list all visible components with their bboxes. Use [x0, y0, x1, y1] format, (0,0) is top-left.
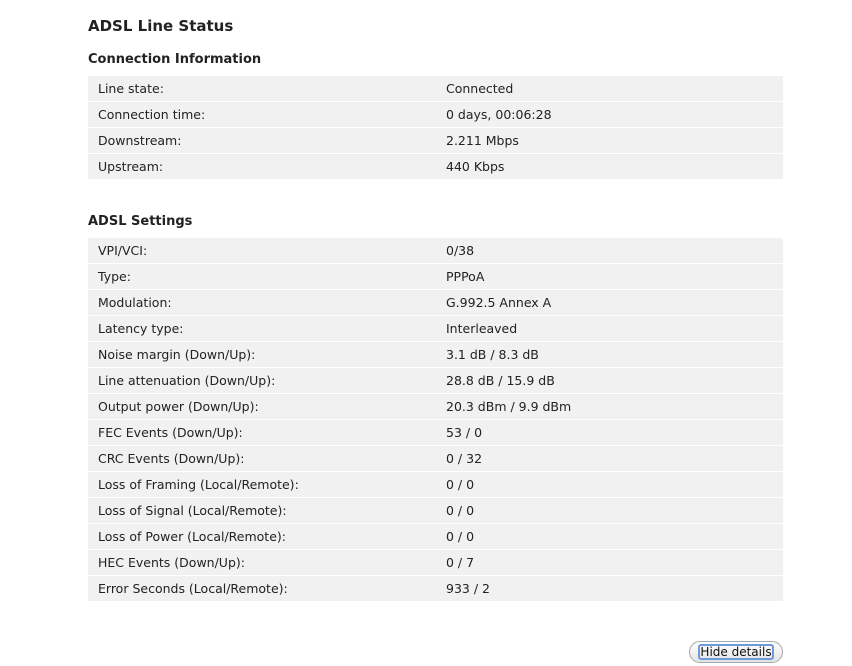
row-label: Latency type: — [98, 321, 184, 336]
row-value: Interleaved — [446, 321, 518, 336]
row-value: PPPoA — [446, 269, 485, 284]
row-label: HEC Events (Down/Up): — [98, 555, 245, 570]
connection-information-table: Line state: Connected Connection time: 0… — [88, 76, 783, 180]
row-label: Upstream: — [98, 159, 164, 174]
row-value: 3.1 dB / 8.3 dB — [446, 347, 539, 362]
table-row-fec-events: FEC Events (Down/Up): 53 / 0 — [88, 420, 783, 446]
table-row-hec-events: HEC Events (Down/Up): 0 / 7 — [88, 550, 783, 576]
row-label: Type: — [98, 269, 131, 284]
row-label: Loss of Signal (Local/Remote): — [98, 503, 287, 518]
row-label: Downstream: — [98, 133, 182, 148]
table-row-noise-margin: Noise margin (Down/Up): 3.1 dB / 8.3 dB — [88, 342, 783, 368]
table-row-modulation: Modulation: G.992.5 Annex A — [88, 290, 783, 316]
table-row-error-seconds: Error Seconds (Local/Remote): 933 / 2 — [88, 576, 783, 602]
table-row-downstream: Downstream: 2.211 Mbps — [88, 128, 783, 154]
table-row-output-power: Output power (Down/Up): 20.3 dBm / 9.9 d… — [88, 394, 783, 420]
row-value: 0 / 0 — [446, 529, 475, 544]
row-value: 2.211 Mbps — [446, 133, 519, 148]
row-label: Loss of Power (Local/Remote): — [98, 529, 286, 544]
table-row-vpi-vci: VPI/VCI: 0/38 — [88, 238, 783, 264]
table-row-crc-events: CRC Events (Down/Up): 0 / 32 — [88, 446, 783, 472]
hide-details-label: Hide details — [700, 645, 772, 659]
hide-details-button[interactable]: Hide details — [689, 641, 783, 663]
table-row-loss-of-signal: Loss of Signal (Local/Remote): 0 / 0 — [88, 498, 783, 524]
row-value: 0/38 — [446, 243, 475, 258]
row-value: 0 days, 00:06:28 — [446, 107, 552, 122]
row-label: VPI/VCI: — [98, 243, 148, 258]
row-label: Line state: — [98, 81, 164, 96]
row-label: Output power (Down/Up): — [98, 399, 259, 414]
row-label: CRC Events (Down/Up): — [98, 451, 245, 466]
row-value: 0 / 0 — [446, 503, 475, 518]
row-label: FEC Events (Down/Up): — [98, 425, 243, 440]
row-value: 0 / 0 — [446, 477, 475, 492]
table-row-loss-of-framing: Loss of Framing (Local/Remote): 0 / 0 — [88, 472, 783, 498]
row-value: 0 / 7 — [446, 555, 475, 570]
row-label: Error Seconds (Local/Remote): — [98, 581, 288, 596]
row-value: G.992.5 Annex A — [446, 295, 552, 310]
row-label: Modulation: — [98, 295, 172, 310]
table-row-connection-time: Connection time: 0 days, 00:06:28 — [88, 102, 783, 128]
row-value: Connected — [446, 81, 514, 96]
table-row-line-attenuation: Line attenuation (Down/Up): 28.8 dB / 15… — [88, 368, 783, 394]
row-value: 20.3 dBm / 9.9 dBm — [446, 399, 572, 414]
row-value: 28.8 dB / 15.9 dB — [446, 373, 555, 388]
row-label: Line attenuation (Down/Up): — [98, 373, 276, 388]
row-label: Connection time: — [98, 107, 206, 122]
row-value: 440 Kbps — [446, 159, 505, 174]
table-row-latency-type: Latency type: Interleaved — [88, 316, 783, 342]
table-row-upstream: Upstream: 440 Kbps — [88, 154, 783, 180]
table-row-line-state: Line state: Connected — [88, 76, 783, 102]
table-row-loss-of-power: Loss of Power (Local/Remote): 0 / 0 — [88, 524, 783, 550]
table-row-type: Type: PPPoA — [88, 264, 783, 290]
adsl-settings-table: VPI/VCI: 0/38 Type: PPPoA Modulation: G.… — [88, 238, 783, 602]
row-label: Loss of Framing (Local/Remote): — [98, 477, 299, 492]
row-value: 53 / 0 — [446, 425, 483, 440]
adsl-settings-heading: ADSL Settings — [88, 214, 193, 229]
row-label: Noise margin (Down/Up): — [98, 347, 256, 362]
row-value: 933 / 2 — [446, 581, 490, 596]
page-title: ADSL Line Status — [88, 17, 234, 35]
connection-information-heading: Connection Information — [88, 52, 262, 67]
row-value: 0 / 32 — [446, 451, 483, 466]
